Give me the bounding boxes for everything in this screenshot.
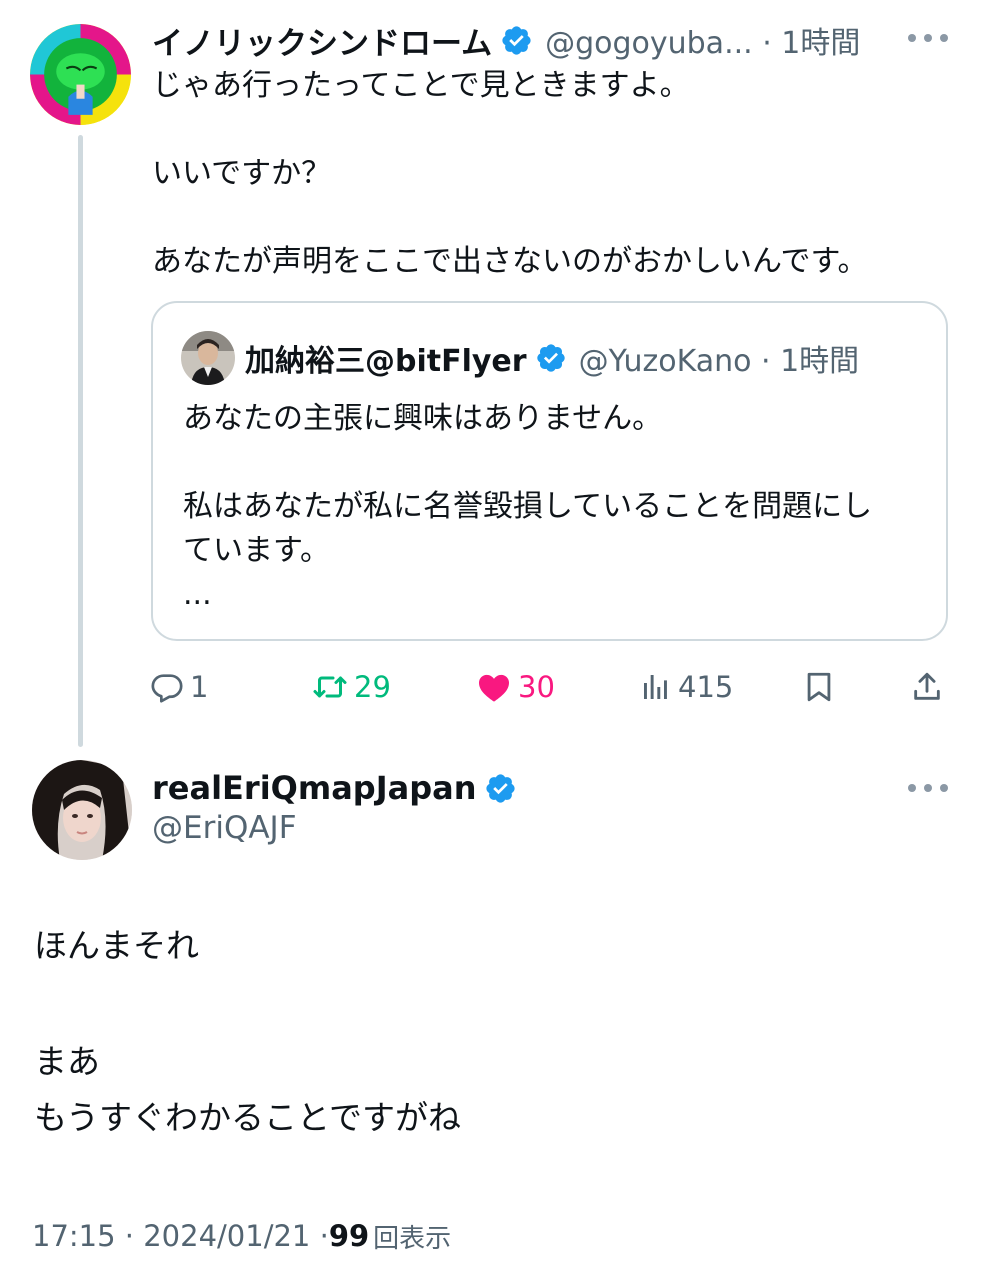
like-count: 30 (518, 670, 555, 704)
avatar-illustration (30, 24, 131, 125)
share-button[interactable] (910, 664, 944, 710)
retweet-count: 29 (354, 670, 391, 704)
tweet-view-label: 回表示 (373, 1223, 452, 1254)
tweet-text-line: まあ (34, 1042, 100, 1081)
more-options-icon[interactable] (908, 31, 948, 45)
verified-badge-icon (486, 773, 516, 803)
parent-tweet-text: じゃあ行ったってことで見ときますよ。 いいですか？ あなたが声明をここで出さない… (152, 64, 952, 284)
tweet-timestamp[interactable]: 17:15 · 2024/01/21 · (32, 1219, 329, 1253)
analytics-icon (644, 675, 667, 699)
reply-icon (151, 674, 183, 703)
more-options-icon[interactable] (908, 781, 948, 795)
reply-author-display-name[interactable]: realEriQmapJapan (152, 769, 476, 807)
reply-tweet-text: ほんまそれ まあ もうすぐわかることですがね (34, 918, 934, 1146)
verified-badge-icon (536, 344, 565, 372)
tweet-text-gap (152, 108, 952, 152)
quote-text-line: ています。 (183, 533, 330, 568)
quoted-author-handle-time[interactable]: @YuzoKano · 1時間 (579, 336, 860, 380)
verified-badge-icon (502, 25, 531, 55)
tweet-text-line: じゃあ行ったってことで見ときますよ。 (152, 68, 690, 103)
tweet-meta: 17:15 · 2024/01/21 · 99 回表示 (32, 1214, 451, 1258)
tweet-action-bar: 1 29 30 415 (150, 664, 950, 710)
reply-tweet-header: realEriQmapJapan (152, 766, 517, 810)
retweet-button[interactable]: 29 (312, 664, 391, 710)
tweet-text-line: あなたが声明をここで出さないのがおかしいんです。 (152, 244, 868, 279)
author-handle-time[interactable]: @gogoyuba... · 1時間 (545, 18, 860, 62)
views-count: 415 (678, 670, 734, 704)
reply-count: 1 (190, 670, 209, 704)
quoted-tweet-text: あなたの主張に興味はありません。 私はあなたが私に名誉毀損していることを問題にし… (183, 397, 923, 617)
heart-icon (479, 674, 509, 702)
like-button[interactable]: 30 (476, 664, 555, 710)
bookmark-icon (807, 672, 831, 702)
author-avatar[interactable] (30, 24, 131, 125)
thread-connector-line (78, 135, 83, 747)
quote-text-line: 私はあなたが私に名誉毀損していることを問題にし (183, 489, 873, 524)
quoted-tweet-header: 加納裕三@bitFlyer @YuzoKano · 1時間 (181, 330, 859, 386)
quoted-author-avatar (181, 331, 235, 385)
quote-text-line: あなたの主張に興味はありません。 (183, 401, 663, 436)
tweet-view-count: 99 (328, 1219, 370, 1253)
quote-text-line: ... (183, 577, 212, 612)
tweet-text-gap (34, 974, 934, 1030)
avatar-photo (181, 331, 235, 385)
quoted-author-display-name[interactable]: 加納裕三@bitFlyer (245, 336, 527, 380)
parent-tweet-header: イノリックシンドローム @gogoyuba... · 1時間 (152, 18, 860, 62)
reply-button[interactable]: 1 (150, 664, 208, 710)
tweet-text-gap (152, 196, 952, 240)
reply-author-handle[interactable]: @EriQAJF (152, 810, 297, 846)
tweet-text-line: もうすぐわかることですがね (34, 1098, 462, 1137)
reply-author-avatar[interactable] (32, 760, 132, 860)
retweet-icon (313, 676, 347, 698)
avatar-photo (32, 760, 132, 860)
quote-text-gap (183, 441, 923, 485)
share-icon (914, 672, 940, 700)
tweet-text-line: ほんまそれ (34, 926, 199, 965)
quoted-tweet-card[interactable]: 加納裕三@bitFlyer @YuzoKano · 1時間 あなたの主張に興味は… (151, 301, 948, 641)
tweet-text-line: いいですか？ (152, 156, 332, 191)
bookmark-button[interactable] (802, 664, 836, 710)
author-display-name[interactable]: イノリックシンドローム (152, 18, 492, 63)
views-button[interactable]: 415 (640, 664, 733, 710)
